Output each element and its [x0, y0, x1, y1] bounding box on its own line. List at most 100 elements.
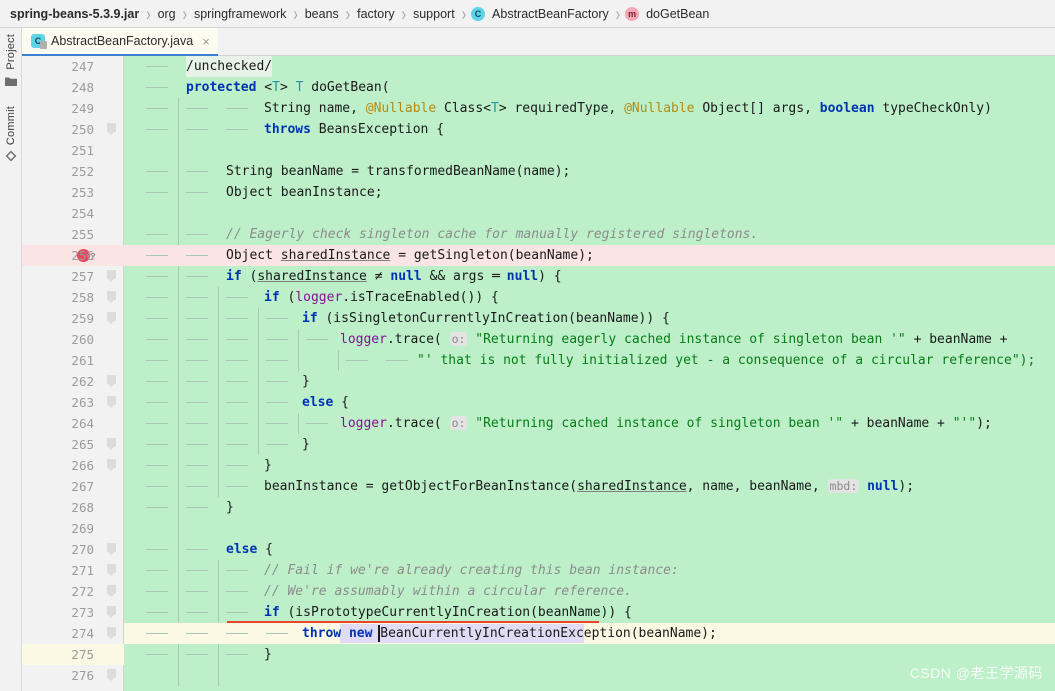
gutter-row[interactable]: 265 — [22, 434, 102, 455]
gutter-row[interactable]: 249 — [22, 98, 102, 119]
gutter-row[interactable]: 263 — [22, 392, 102, 413]
fold-row[interactable] — [102, 371, 124, 392]
fold-marker-icon[interactable] — [107, 627, 116, 639]
breadcrumb-item-beans[interactable]: beans — [303, 7, 341, 21]
code-line[interactable]: String beanName = transformedBeanName(na… — [124, 161, 1055, 182]
fold-row[interactable] — [102, 266, 124, 287]
code-line[interactable]: "' that is not fully initialized yet - a… — [124, 350, 1055, 371]
code-line[interactable]: Object beanInstance; — [124, 182, 1055, 203]
sidebar-item-commit[interactable]: Commit — [0, 106, 22, 167]
code-line[interactable]: if (isSingletonCurrentlyInCreation(beanN… — [124, 308, 1055, 329]
code-line[interactable]: logger.trace( o: "Returning cached insta… — [124, 413, 1055, 434]
gutter-row[interactable]: 259 — [22, 308, 102, 329]
line-number-gutter[interactable]: 247 248 249 250 251 252 253 254 255 ? 25… — [22, 56, 102, 691]
code-line[interactable]: protected <T> T doGetBean( — [124, 77, 1055, 98]
fold-row[interactable] — [102, 539, 124, 560]
fold-marker-icon[interactable] — [107, 459, 116, 471]
fold-marker-icon[interactable] — [107, 585, 116, 597]
code-folding-strip[interactable] — [102, 56, 124, 691]
fold-row[interactable] — [102, 623, 124, 644]
code-line[interactable]: else { — [124, 392, 1055, 413]
fold-marker-icon[interactable] — [107, 270, 116, 282]
code-line-breakpoint[interactable]: Object sharedInstance = getSingleton(bea… — [124, 245, 1055, 266]
code-line[interactable]: } — [124, 371, 1055, 392]
breadcrumb-item-class[interactable]: C AbstractBeanFactory — [471, 6, 611, 21]
breadcrumb-item-springframework[interactable]: springframework — [192, 7, 288, 21]
gutter-row[interactable]: 276 — [22, 665, 102, 686]
gutter-row[interactable]: 270 — [22, 539, 102, 560]
code-line[interactable]: String name, @Nullable Class<T> required… — [124, 98, 1055, 119]
gutter-row[interactable]: 274 — [22, 623, 102, 644]
fold-row[interactable] — [102, 581, 124, 602]
gutter-row[interactable]: 269 — [22, 518, 102, 539]
fold-marker-icon[interactable] — [107, 291, 116, 303]
close-icon[interactable]: × — [202, 35, 210, 48]
gutter-row[interactable]: 250 — [22, 119, 102, 140]
code-line[interactable] — [124, 665, 1055, 686]
gutter-row-breakpoint[interactable]: ? 256 — [22, 245, 102, 266]
fold-row[interactable] — [102, 602, 124, 623]
fold-row[interactable] — [102, 434, 124, 455]
fold-marker-icon[interactable] — [107, 543, 116, 555]
gutter-row[interactable]: 273 — [22, 602, 102, 623]
gutter-row[interactable]: 268 — [22, 497, 102, 518]
code-line[interactable]: } — [124, 455, 1055, 476]
fold-row[interactable] — [102, 455, 124, 476]
gutter-row[interactable]: 271 — [22, 560, 102, 581]
code-line[interactable] — [124, 140, 1055, 161]
code-line[interactable]: } — [124, 644, 1055, 665]
gutter-row[interactable]: 264 — [22, 413, 102, 434]
gutter-row[interactable]: 267 — [22, 476, 102, 497]
gutter-row[interactable]: 266 — [22, 455, 102, 476]
code-line[interactable]: } — [124, 497, 1055, 518]
gutter-row[interactable]: 253 — [22, 182, 102, 203]
code-line[interactable]: // Eagerly check singleton cache for man… — [124, 224, 1055, 245]
gutter-row-current[interactable]: 275 — [22, 644, 102, 665]
gutter-row[interactable]: 254 — [22, 203, 102, 224]
code-line-error[interactable]: if (isPrototypeCurrentlyInCreation(beanN… — [124, 602, 1055, 623]
code-text-area[interactable]: /unchecked/ protected <T> T doGetBean( S… — [124, 56, 1055, 691]
code-line[interactable]: throws BeansException { — [124, 119, 1055, 140]
code-line[interactable] — [124, 518, 1055, 539]
fold-row[interactable] — [102, 308, 124, 329]
gutter-row[interactable]: 257 — [22, 266, 102, 287]
code-line[interactable]: /unchecked/ — [124, 56, 1055, 77]
code-line[interactable]: else { — [124, 539, 1055, 560]
code-line[interactable]: // Fail if we're already creating this b… — [124, 560, 1055, 581]
fold-marker-icon[interactable] — [107, 123, 116, 135]
code-line-current[interactable]: throw new BeanCurrentlyInCreationExcepti… — [124, 623, 1055, 644]
fold-marker-icon[interactable] — [107, 375, 116, 387]
fold-row[interactable] — [102, 287, 124, 308]
fold-marker-icon[interactable] — [107, 669, 116, 681]
code-line[interactable]: // We're assumably within a circular ref… — [124, 581, 1055, 602]
fold-marker-icon[interactable] — [107, 438, 116, 450]
fold-row[interactable] — [102, 392, 124, 413]
code-line[interactable]: } — [124, 434, 1055, 455]
fold-row[interactable] — [102, 119, 124, 140]
gutter-row[interactable]: 272 — [22, 581, 102, 602]
code-line[interactable]: if (sharedInstance ≠ null && args ═ null… — [124, 266, 1055, 287]
fold-row[interactable] — [102, 560, 124, 581]
gutter-row[interactable]: 252 — [22, 161, 102, 182]
code-line[interactable]: logger.trace( o: "Returning eagerly cach… — [124, 329, 1055, 350]
code-line[interactable]: if (logger.isTraceEnabled()) { — [124, 287, 1055, 308]
gutter-row[interactable]: 260 — [22, 329, 102, 350]
gutter-row[interactable]: 261 — [22, 350, 102, 371]
breadcrumb-item-jar[interactable]: spring-beans-5.3.9.jar — [8, 7, 141, 21]
breadcrumb-item-method[interactable]: m doGetBean — [625, 6, 711, 21]
gutter-row[interactable]: 247 — [22, 56, 102, 77]
gutter-row[interactable]: 248 — [22, 77, 102, 98]
gutter-row[interactable]: 251 — [22, 140, 102, 161]
fold-marker-icon[interactable] — [107, 312, 116, 324]
code-line[interactable]: beanInstance = getObjectForBeanInstance(… — [124, 476, 1055, 497]
breadcrumb-item-org[interactable]: org — [156, 7, 178, 21]
gutter-row[interactable]: 258 — [22, 287, 102, 308]
breadcrumb-item-support[interactable]: support — [411, 7, 457, 21]
fold-row[interactable] — [102, 665, 124, 686]
fold-marker-icon[interactable] — [107, 564, 116, 576]
tab-abstractbeanfactory-java[interactable]: C AbstractBeanFactory.java × — [22, 28, 218, 56]
fold-row[interactable] — [102, 644, 124, 665]
fold-marker-icon[interactable] — [107, 396, 116, 408]
fold-marker-icon[interactable] — [107, 606, 116, 618]
gutter-row[interactable]: 262 — [22, 371, 102, 392]
